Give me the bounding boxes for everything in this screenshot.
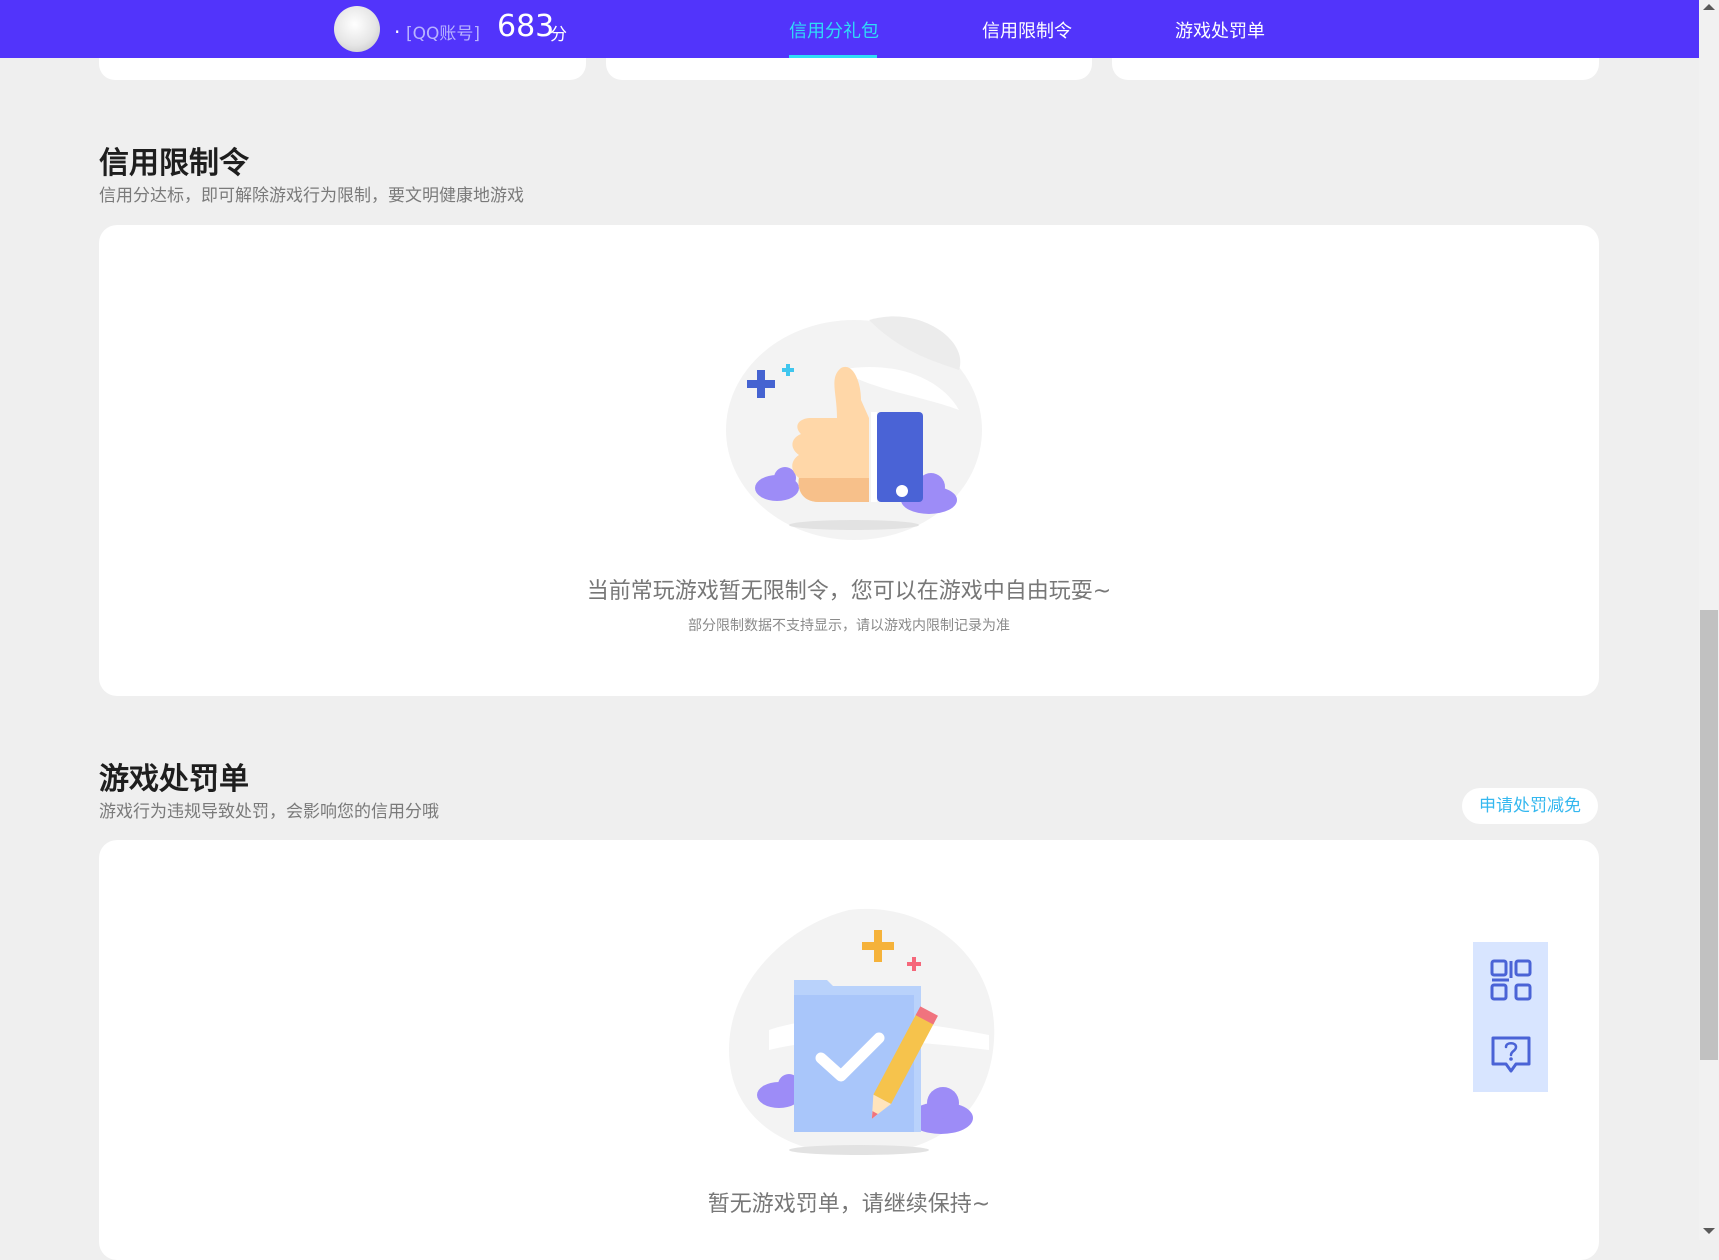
scroll-up-arrow-icon[interactable] — [1703, 4, 1715, 10]
penalty-section-title: 游戏处罚单 — [99, 762, 249, 797]
restriction-empty-note: 部分限制数据不支持显示，请以游戏内限制记录为准 — [688, 618, 1010, 634]
apply-penalty-relief-button[interactable]: 申请处罚减免 — [1462, 788, 1598, 824]
restriction-empty-message: 当前常玩游戏暂无限制令，您可以在游戏中自由玩耍~ — [586, 579, 1112, 604]
penalty-empty-message: 暂无游戏罚单，请继续保持~ — [707, 1192, 991, 1217]
restriction-panel: 当前常玩游戏暂无限制令，您可以在游戏中自由玩耍~ 部分限制数据不支持显示，请以游… — [99, 225, 1599, 696]
thumbs-up-icon — [726, 316, 982, 540]
credit-score-value: 683 — [497, 9, 555, 44]
qr-code-icon — [1490, 959, 1531, 1000]
user-avatar[interactable] — [334, 6, 380, 52]
scrollbar-thumb[interactable] — [1700, 610, 1718, 1060]
help-chat-icon — [1491, 1036, 1530, 1072]
account-name: . — [394, 14, 401, 38]
top-navigation-bar: . [QQ账号] 683 分 信用分礼包 信用限制令 游戏处罚单 — [0, 0, 1699, 58]
qr-code-button[interactable] — [1473, 942, 1548, 1017]
help-button[interactable] — [1473, 1017, 1548, 1092]
scroll-down-arrow-icon[interactable] — [1703, 1228, 1715, 1234]
credit-score-unit: 分 — [550, 25, 567, 45]
account-type-tag: [QQ账号] — [406, 24, 481, 44]
tab-credit-restriction[interactable]: 信用限制令 — [982, 17, 1072, 43]
penalty-section-subtitle: 游戏行为违规导致处罚，会影响您的信用分哦 — [99, 802, 439, 822]
penalty-panel: 暂无游戏罚单，请继续保持~ — [99, 840, 1599, 1260]
tab-game-penalty[interactable]: 游戏处罚单 — [1175, 17, 1265, 43]
tab-credit-gift[interactable]: 信用分礼包 — [789, 17, 879, 43]
active-tab-indicator — [789, 55, 877, 58]
restriction-section-subtitle: 信用分达标，即可解除游戏行为限制，要文明健康地游戏 — [99, 186, 524, 206]
restriction-section-title: 信用限制令 — [99, 146, 249, 181]
checklist-pencil-icon — [729, 908, 995, 1155]
